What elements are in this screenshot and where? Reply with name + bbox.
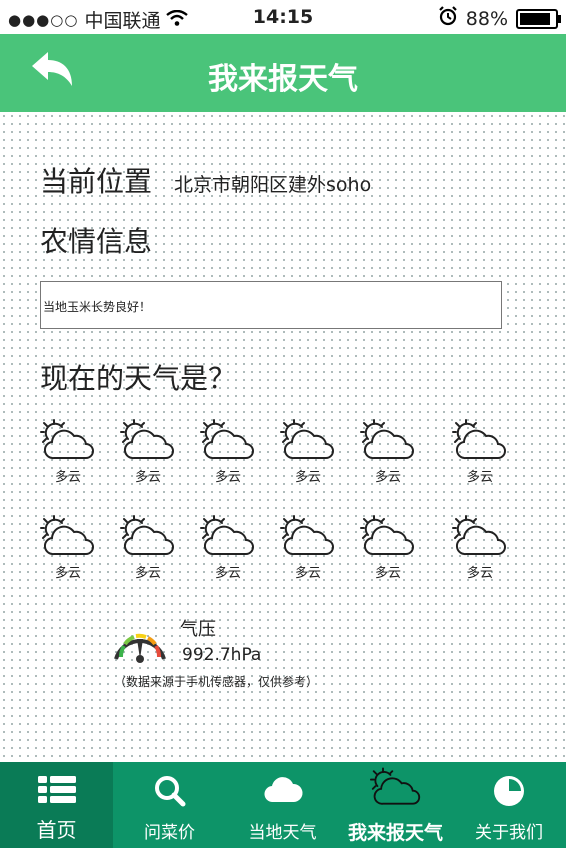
- tab-local-weather[interactable]: 当地天气: [226, 762, 339, 848]
- tab-report-weather[interactable]: 我来报天气: [339, 762, 452, 848]
- tab-price[interactable]: 问菜价: [113, 762, 226, 848]
- weather-option-label: 多云: [54, 470, 81, 485]
- battery-percent: 88%: [465, 7, 508, 30]
- weather-option-label: 多云: [374, 470, 401, 485]
- weather-option[interactable]: 多云: [120, 418, 176, 485]
- weather-option[interactable]: 多云: [452, 514, 508, 581]
- pressure-label: 气压: [180, 619, 216, 640]
- weather-option-label: 多云: [54, 566, 81, 581]
- tab-local-weather-label: 当地天气: [248, 823, 317, 843]
- partly-cloudy-icon: [280, 514, 336, 558]
- search-icon: [113, 774, 226, 808]
- weather-option[interactable]: 多云: [452, 418, 508, 485]
- weather-option[interactable]: 多云: [360, 514, 416, 581]
- partly-cloudy-icon: [360, 514, 416, 558]
- partly-cloudy-icon: [200, 418, 256, 462]
- cloud-icon: [226, 774, 339, 806]
- weather-option[interactable]: 多云: [40, 418, 96, 485]
- weather-option[interactable]: 多云: [40, 514, 96, 581]
- pie-chart-icon: [452, 774, 566, 808]
- partly-cloudy-icon: [452, 418, 508, 462]
- status-right: 88%: [438, 6, 561, 31]
- partly-cloudy-icon: [200, 514, 256, 558]
- farm-info-input[interactable]: 当地玉米长势良好！: [40, 281, 502, 329]
- location-row: 当前位置 北京市朝阳区建外soho: [40, 160, 371, 200]
- partly-cloudy-icon: [40, 514, 96, 558]
- weather-option-label: 多云: [134, 470, 161, 485]
- tab-about[interactable]: 关于我们: [452, 762, 566, 848]
- weather-question: 现在的天气是？: [40, 362, 237, 395]
- tab-report-weather-label: 我来报天气: [347, 822, 443, 844]
- battery-fill: [520, 12, 550, 25]
- page-title: 我来报天气: [208, 62, 358, 97]
- weather-option[interactable]: 多云: [360, 418, 416, 485]
- weather-option-label: 多云: [466, 566, 493, 581]
- location-value: 北京市朝阳区建外soho: [174, 174, 372, 196]
- gauge-icon: [110, 619, 170, 669]
- tab-home-label: 首页: [36, 818, 77, 842]
- tab-price-label: 问菜价: [144, 823, 195, 843]
- bottom-tab-bar: 首页 问菜价 当地天气 我来报天气 关于我们: [0, 762, 566, 848]
- partly-cloudy-icon: [120, 514, 176, 558]
- tab-about-label: 关于我们: [475, 823, 543, 843]
- status-bar: ●●●○○ 中国联通 14:15 88%: [0, 0, 566, 34]
- partly-cloudy-icon: [120, 418, 176, 462]
- weather-option[interactable]: 多云: [280, 514, 336, 581]
- pressure-value: 992.7hPa: [182, 645, 262, 665]
- location-label: 当前位置: [40, 165, 153, 198]
- tab-home[interactable]: 首页: [0, 762, 113, 848]
- weather-option[interactable]: 多云: [120, 514, 176, 581]
- weather-option[interactable]: 多云: [200, 514, 256, 581]
- weather-option-label: 多云: [374, 566, 401, 581]
- app-header: 我来报天气: [0, 34, 566, 112]
- alarm-icon: [438, 6, 458, 31]
- pressure-note: （数据来源于手机传感器，仅供参考）: [114, 675, 319, 689]
- weather-option-label: 多云: [294, 470, 321, 485]
- weather-option[interactable]: 多云: [280, 418, 336, 485]
- weather-option[interactable]: 多云: [200, 418, 256, 485]
- partly-cloudy-icon: [339, 766, 452, 808]
- battery-icon: [516, 8, 561, 29]
- partly-cloudy-icon: [452, 514, 508, 558]
- farm-info-label: 农情信息: [40, 225, 153, 258]
- partly-cloudy-icon: [280, 418, 336, 462]
- weather-option-label: 多云: [134, 566, 161, 581]
- weather-option-label: 多云: [466, 470, 493, 485]
- list-icon: [0, 774, 113, 806]
- partly-cloudy-icon: [360, 418, 416, 462]
- partly-cloudy-icon: [40, 418, 96, 462]
- weather-option-label: 多云: [214, 470, 241, 485]
- weather-option-label: 多云: [294, 566, 321, 581]
- weather-option-label: 多云: [214, 566, 241, 581]
